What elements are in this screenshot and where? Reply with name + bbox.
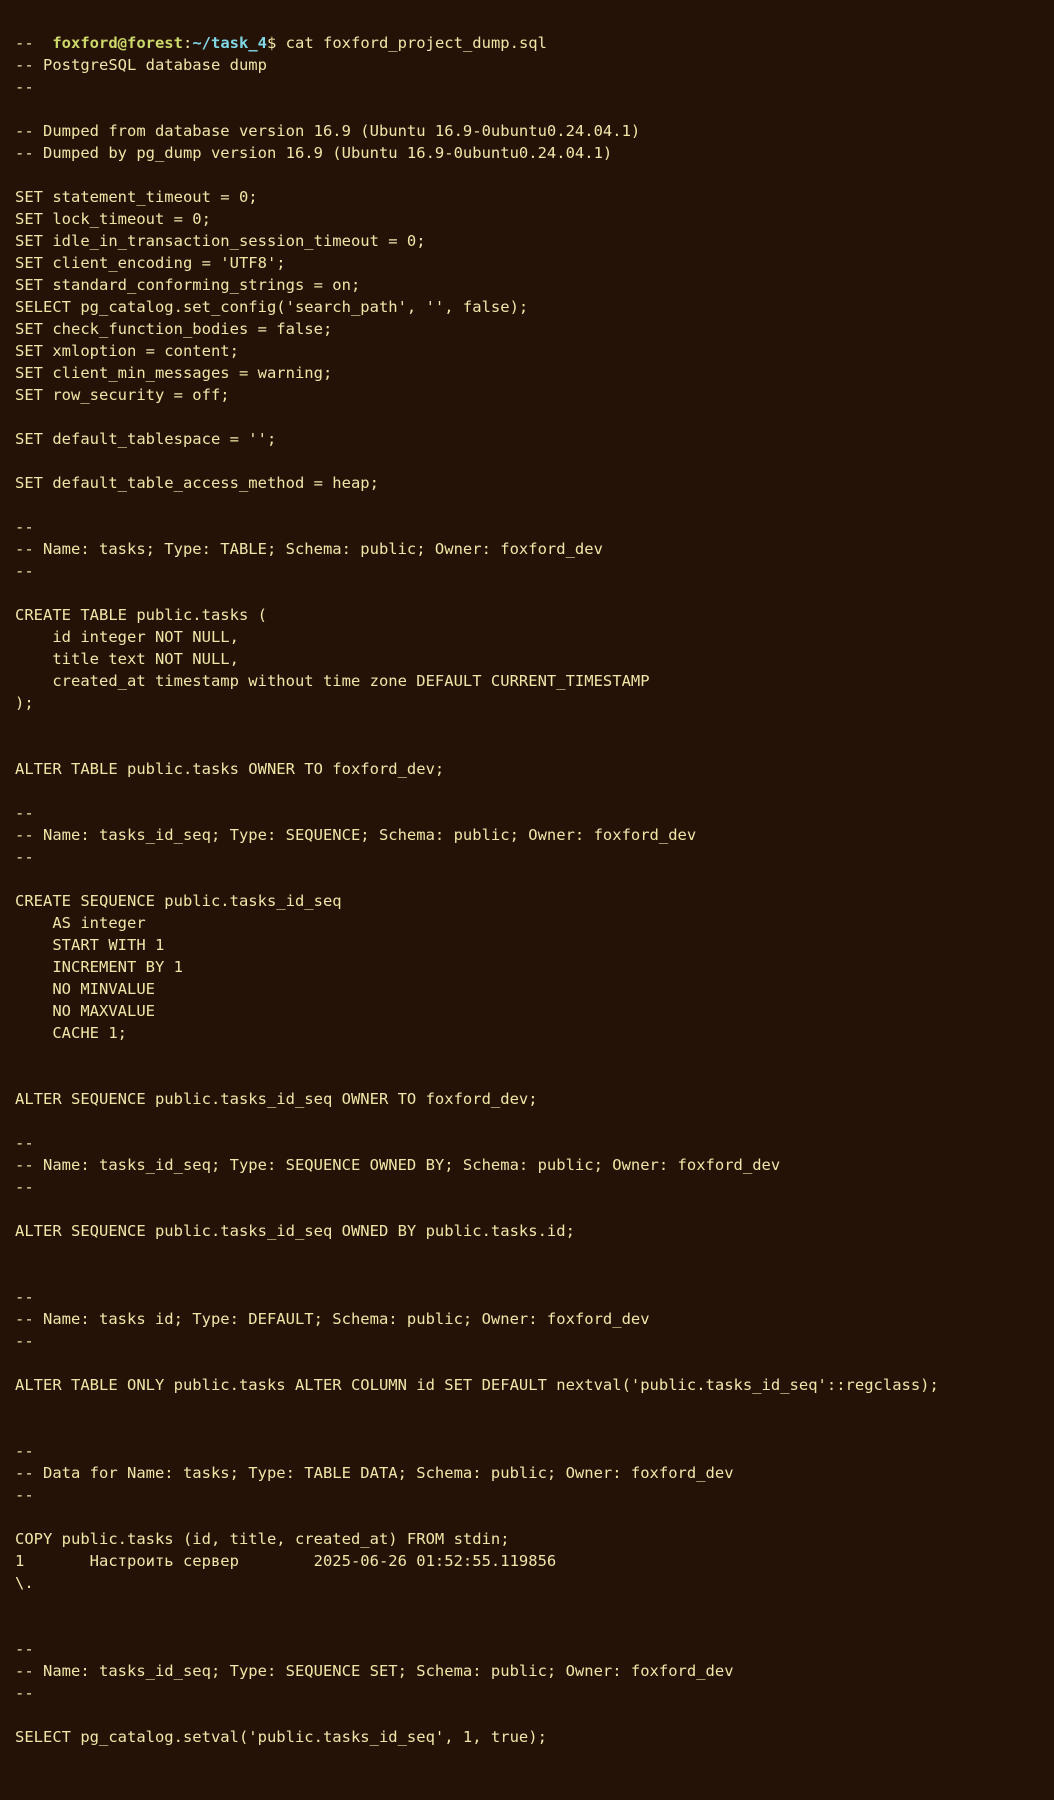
- terminal-window[interactable]: foxford@forest:~/task_4$ cat foxford_pro…: [0, 0, 1054, 1800]
- output-line: --: [15, 1640, 34, 1658]
- output-line: SET client_min_messages = warning;: [15, 364, 333, 382]
- prompt-symbol: $: [266, 34, 277, 52]
- output-line: -- Dumped by pg_dump version 16.9 (Ubunt…: [15, 144, 613, 162]
- output-line: --: [15, 804, 34, 822]
- output-line: -- Data for Name: tasks; Type: TABLE DAT…: [15, 1464, 734, 1482]
- output-line: SET row_security = off;: [15, 386, 230, 404]
- output-line: -- Name: tasks_id_seq; Type: SEQUENCE SE…: [15, 1662, 734, 1680]
- output-line: --: [15, 1332, 34, 1350]
- output-line: NO MAXVALUE: [15, 1002, 155, 1020]
- output-line: SET client_encoding = 'UTF8';: [15, 254, 286, 272]
- output-line: CREATE SEQUENCE public.tasks_id_seq: [15, 892, 342, 910]
- executed-command: cat foxford_project_dump.sql: [276, 34, 547, 52]
- output-line: NO MINVALUE: [15, 980, 155, 998]
- output-line: SELECT pg_catalog.setval('public.tasks_i…: [15, 1728, 547, 1746]
- output-line: --: [15, 848, 34, 866]
- output-line: -- Name: tasks id; Type: DEFAULT; Schema…: [15, 1310, 650, 1328]
- output-line: CREATE TABLE public.tasks (: [15, 606, 267, 624]
- output-line: AS integer: [15, 914, 146, 932]
- output-line: --: [15, 1442, 34, 1460]
- output-line: 1 Настроить сервер 2025-06-26 01:52:55.1…: [15, 1552, 557, 1570]
- command-prompt-line: foxford@forest:~/task_4$ cat foxford_pro…: [15, 10, 1039, 52]
- output-line: created_at timestamp without time zone D…: [15, 672, 650, 690]
- output-line: --: [15, 518, 34, 536]
- output-line: --: [15, 1486, 34, 1504]
- output-line: SET default_table_access_method = heap;: [15, 474, 379, 492]
- output-line: -- Name: tasks_id_seq; Type: SEQUENCE OW…: [15, 1156, 781, 1174]
- prompt-user-host: foxford@forest: [52, 34, 183, 52]
- output-line: SET standard_conforming_strings = on;: [15, 276, 361, 294]
- output-line: --: [15, 1288, 34, 1306]
- output-line: ALTER TABLE public.tasks OWNER TO foxfor…: [15, 760, 445, 778]
- output-line: -- PostgreSQL database dump: [15, 56, 267, 74]
- output-line: id integer NOT NULL,: [15, 628, 239, 646]
- prompt-current-directory: ~/task_4: [192, 34, 267, 52]
- output-line: --: [15, 1134, 34, 1152]
- output-line: -- Name: tasks; Type: TABLE; Schema: pub…: [15, 540, 603, 558]
- output-line: CACHE 1;: [15, 1024, 127, 1042]
- output-line: --: [15, 78, 34, 96]
- output-line: INCREMENT BY 1: [15, 958, 183, 976]
- output-line: SET lock_timeout = 0;: [15, 210, 211, 228]
- output-line: SET default_tablespace = '';: [15, 430, 277, 448]
- output-line: START WITH 1: [15, 936, 165, 954]
- output-line: --: [15, 562, 34, 580]
- output-line: -- Dumped from database version 16.9 (Ub…: [15, 122, 641, 140]
- prompt-separator: :: [182, 34, 193, 52]
- command-output: -- -- PostgreSQL database dump -- -- Dumped…: [15, 32, 1039, 1800]
- output-line: SET xmloption = content;: [15, 342, 239, 360]
- output-line: COPY public.tasks (id, title, created_at…: [15, 1530, 510, 1548]
- output-line: \.: [15, 1574, 34, 1592]
- output-line: --: [15, 1684, 34, 1702]
- output-line: -- Name: tasks_id_seq; Type: SEQUENCE; S…: [15, 826, 697, 844]
- output-line: SET idle_in_transaction_session_timeout …: [15, 232, 426, 250]
- output-line: SET check_function_bodies = false;: [15, 320, 333, 338]
- output-line: title text NOT NULL,: [15, 650, 239, 668]
- output-line: ALTER SEQUENCE public.tasks_id_seq OWNER…: [15, 1090, 538, 1108]
- output-line: SET statement_timeout = 0;: [15, 188, 258, 206]
- output-line: ALTER SEQUENCE public.tasks_id_seq OWNED…: [15, 1222, 575, 1240]
- output-line: SELECT pg_catalog.set_config('search_pat…: [15, 298, 529, 316]
- output-line: ALTER TABLE ONLY public.tasks ALTER COLU…: [15, 1376, 939, 1394]
- output-line: --: [15, 1178, 34, 1196]
- output-line: );: [15, 694, 34, 712]
